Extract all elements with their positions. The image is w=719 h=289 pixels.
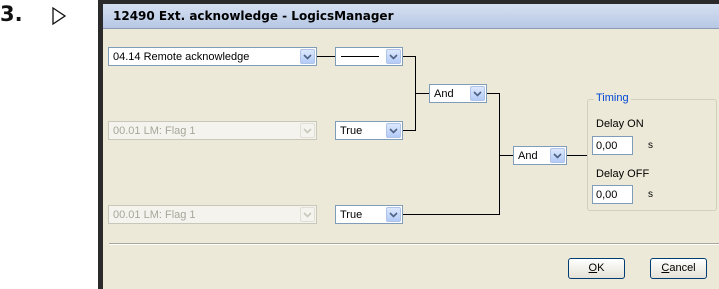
chevron-down-icon[interactable] (550, 148, 565, 163)
timing-label: Timing (594, 92, 631, 104)
delay-on-unit: s (648, 140, 653, 151)
chevron-down-icon[interactable] (386, 123, 401, 138)
delay-off-value: 0,00 (596, 189, 618, 201)
ok-button[interactable]: OK (568, 258, 625, 279)
line-symbol-icon (341, 56, 379, 57)
gate-1-select[interactable]: And (429, 84, 487, 103)
input-3-source-select: 00.01 LM: Flag 1 (108, 205, 317, 224)
input-3-operator-value: True (340, 209, 363, 221)
cancel-button-label: ancel (669, 262, 696, 274)
chevron-down-icon[interactable] (470, 86, 485, 101)
delay-off-label: Delay OFF (596, 168, 650, 180)
input-2-operator-select[interactable]: True (335, 121, 403, 140)
chevron-down-icon (300, 207, 315, 222)
delay-off-unit: s (648, 189, 653, 200)
delay-off-field[interactable]: 0,00 (592, 185, 633, 204)
gate-2-select[interactable]: And (513, 146, 567, 165)
input-1-operator-select[interactable] (335, 47, 403, 66)
gate-1-value: And (434, 88, 454, 100)
input-2-source-value: 00.01 LM: Flag 1 (113, 125, 196, 137)
input-2-source-select: 00.01 LM: Flag 1 (108, 121, 317, 140)
chevron-down-icon (300, 123, 315, 138)
input-1-source-select[interactable]: 04.14 Remote acknowledge (108, 47, 317, 66)
gate-2-value: And (518, 150, 538, 162)
input-3-source-value: 00.01 LM: Flag 1 (113, 209, 196, 221)
delay-on-value: 0,00 (596, 140, 618, 152)
delay-on-field[interactable]: 0,00 (592, 136, 633, 155)
cancel-button[interactable]: Cancel (650, 258, 707, 279)
input-2-operator-value: True (340, 125, 363, 137)
ok-button-label: K (597, 262, 605, 274)
ok-button-mnemonic: O (588, 262, 598, 274)
delay-on-label: Delay ON (596, 118, 644, 130)
input-1-source-value: 04.14 Remote acknowledge (113, 51, 250, 63)
button-separator (109, 243, 719, 245)
chevron-down-icon[interactable] (386, 207, 401, 222)
input-3-operator-select[interactable]: True (335, 205, 403, 224)
chevron-down-icon[interactable] (300, 49, 315, 64)
chevron-down-icon[interactable] (386, 49, 401, 64)
